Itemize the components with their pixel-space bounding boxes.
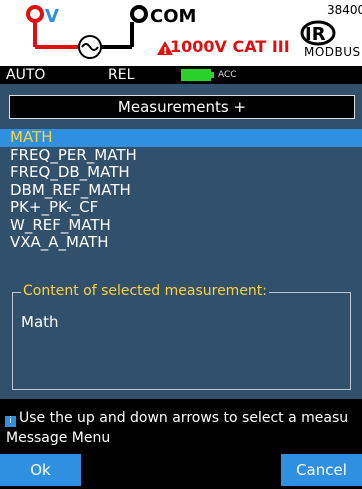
status-bar: AUTO REL ACC — [0, 66, 362, 84]
selected-measurement-content: Content of selected measurement: Math — [12, 283, 351, 390]
content-value: Math — [21, 313, 59, 331]
info-text: Use the up and down arrows to select a m… — [19, 410, 349, 426]
rel-mode-label: REL — [108, 67, 135, 83]
baud-rate-label: 38400 — [327, 3, 362, 17]
battery-icon — [181, 69, 211, 81]
v-terminal-icon — [26, 5, 44, 23]
category-warning-label: 1000V CAT III — [170, 37, 290, 56]
cancel-button[interactable]: Cancel — [281, 454, 362, 486]
ir-label: IR — [305, 24, 326, 45]
list-item[interactable]: FREQ_PER_MATH — [0, 146, 362, 165]
list-item[interactable]: PK+_PK-_CF — [0, 199, 362, 217]
battery-tip — [211, 72, 214, 78]
ok-button[interactable]: Ok — [0, 454, 81, 486]
dialog-title: Measurements + — [9, 95, 355, 119]
com-terminal-label: COM — [150, 6, 197, 27]
terminal-banner: ! V COM 1000V CAT III IR MODBUS 38400 — [0, 0, 362, 66]
com-terminal-icon — [130, 5, 148, 23]
range-mode-label: AUTO — [6, 67, 46, 83]
svg-text:!: ! — [163, 46, 168, 57]
measurement-list[interactable]: MATH FREQ_PER_MATH FREQ_DB_MATH DBM_REF_… — [0, 129, 362, 252]
list-item[interactable]: DBM_REF_MATH — [0, 181, 362, 200]
info-icon: i — [5, 416, 16, 427]
acc-indicator: ACC — [218, 70, 237, 80]
message-menu-label: Message Menu — [6, 430, 111, 446]
measurements-dialog: Measurements + MATH FREQ_PER_MATH FREQ_D… — [0, 84, 362, 399]
list-item[interactable]: VXA_A_MATH — [0, 234, 362, 252]
list-item[interactable]: FREQ_DB_MATH — [0, 164, 362, 182]
info-bar: i Use the up and down arrows to select a … — [0, 409, 362, 427]
content-legend: Content of selected measurement: — [21, 283, 270, 299]
list-item[interactable]: W_REF_MATH — [0, 216, 362, 235]
v-terminal-label: V — [45, 6, 59, 27]
list-item[interactable]: MATH — [0, 129, 362, 147]
modbus-label: MODBUS — [304, 45, 361, 59]
